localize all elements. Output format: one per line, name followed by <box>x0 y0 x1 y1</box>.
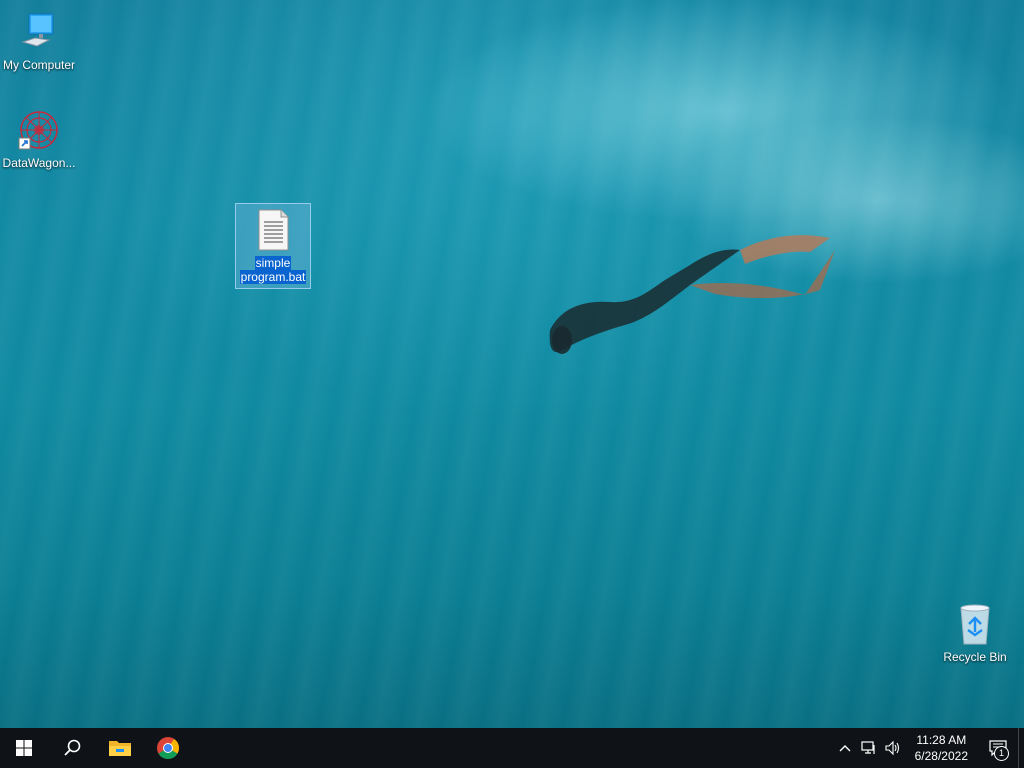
batch-file-icon <box>249 208 297 252</box>
notification-count-badge: 1 <box>994 746 1009 761</box>
start-icon <box>16 740 32 756</box>
chrome-button[interactable] <box>144 728 192 768</box>
computer-icon <box>15 10 63 54</box>
show-hidden-icons-button[interactable] <box>833 728 857 768</box>
chevron-up-icon <box>839 745 851 752</box>
clock-time: 11:28 AM <box>916 733 967 747</box>
wallpaper-light-rays <box>0 0 1024 728</box>
chrome-icon <box>157 737 179 759</box>
desktop-icon-my-computer[interactable]: My Computer <box>1 6 77 72</box>
clock-date: 6/28/2022 <box>914 749 968 763</box>
volume-button[interactable] <box>881 728 905 768</box>
network-icon <box>861 741 875 754</box>
desktop-icon-label: My Computer <box>2 58 76 72</box>
wallpaper-swimmer <box>549 235 835 354</box>
desktop-icon-label: Recycle Bin <box>943 650 1007 664</box>
action-center-button[interactable]: 1 <box>978 728 1018 768</box>
desktop-icon-recycle-bin[interactable]: Recycle Bin <box>937 598 1013 664</box>
desktop-icon-label: simple program.bat <box>239 256 307 284</box>
search-button[interactable] <box>48 728 96 768</box>
volume-icon <box>885 741 899 755</box>
desktop-icon-label: DataWagon... <box>2 156 76 170</box>
system-tray: 11:28 AM 6/28/2022 1 <box>833 728 1024 768</box>
show-desktop-button[interactable] <box>1018 728 1024 768</box>
file-explorer-button[interactable] <box>96 728 144 768</box>
label-line-2: program.bat <box>239 270 307 284</box>
desktop-icon-simple-program-bat[interactable]: simple program.bat <box>235 203 311 289</box>
network-button[interactable] <box>857 728 881 768</box>
taskbar: 11:28 AM 6/28/2022 1 <box>0 728 1024 768</box>
clock-button[interactable]: 11:28 AM 6/28/2022 <box>905 732 978 764</box>
start-button[interactable] <box>0 728 48 768</box>
datawagon-icon <box>15 108 63 152</box>
recycle-bin-icon <box>951 602 999 646</box>
file-explorer-icon <box>109 741 131 756</box>
desktop-icon-datawagon[interactable]: DataWagon... <box>1 104 77 170</box>
label-line-1: simple <box>254 256 292 270</box>
search-icon <box>64 739 81 756</box>
desktop[interactable]: My Computer DataWagon... simple program.… <box>0 0 1024 728</box>
